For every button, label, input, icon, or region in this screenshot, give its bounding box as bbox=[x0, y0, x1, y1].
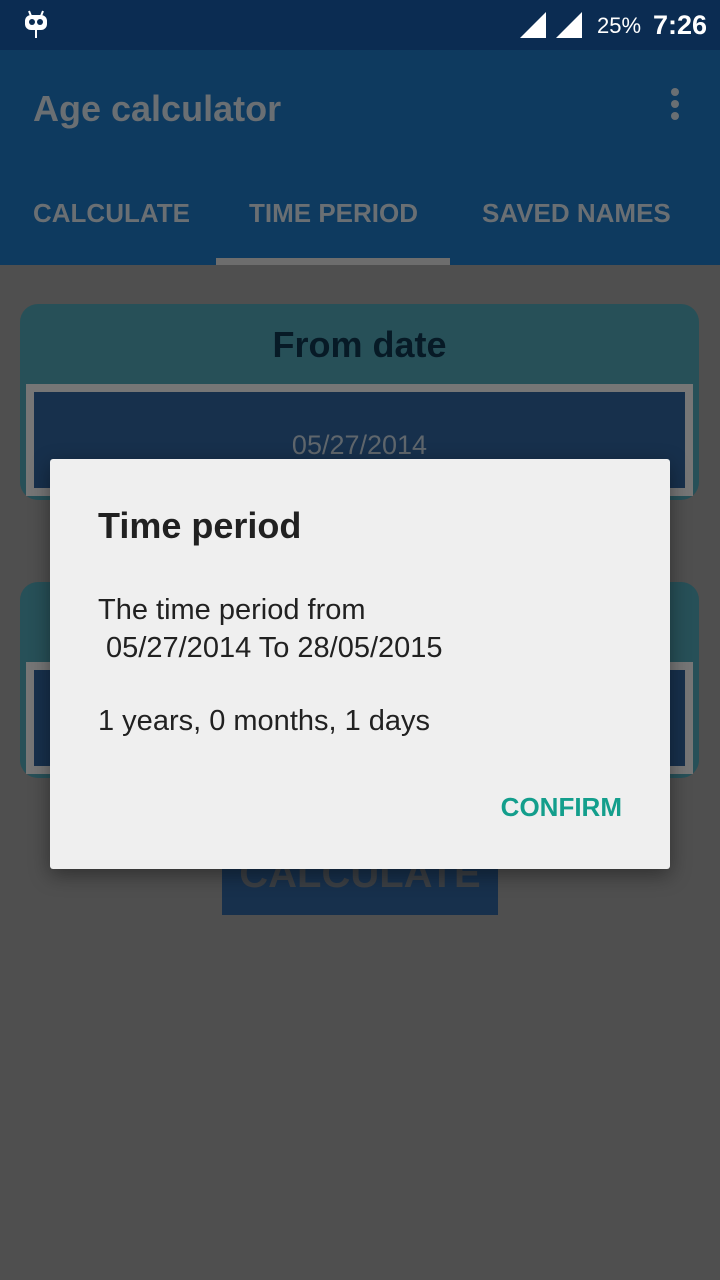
status-bar: 25% 7:26 bbox=[0, 0, 720, 50]
from-date-title: From date bbox=[272, 324, 447, 365]
more-vert-icon[interactable] bbox=[668, 88, 682, 128]
dialog-result: 1 years, 0 months, 1 days bbox=[98, 705, 431, 737]
tab-time-period[interactable]: TIME PERIOD bbox=[249, 198, 418, 229]
tab-calculate[interactable]: CALCULATE bbox=[33, 198, 190, 229]
confirm-button[interactable]: CONFIRM bbox=[501, 792, 622, 823]
signal-roaming-icon bbox=[520, 12, 546, 38]
battery-text: 25% bbox=[597, 13, 642, 38]
clock: 7:26 bbox=[653, 10, 708, 40]
dialog-title: Time period bbox=[98, 505, 302, 546]
tab-indicator bbox=[216, 258, 450, 265]
time-period-dialog: Time period The time period from 05/27/2… bbox=[50, 459, 670, 869]
tab-saved-names[interactable]: SAVED NAMES bbox=[482, 198, 671, 229]
dialog-message: The time period from 05/27/2014 To 28/05… bbox=[98, 594, 443, 664]
app-title: Age calculator bbox=[33, 88, 282, 129]
signal-icon bbox=[556, 12, 582, 38]
cyanogen-robot-icon bbox=[25, 10, 47, 38]
app-bar: Age calculator CALCULATE TIME PERIOD SAV… bbox=[0, 50, 720, 265]
